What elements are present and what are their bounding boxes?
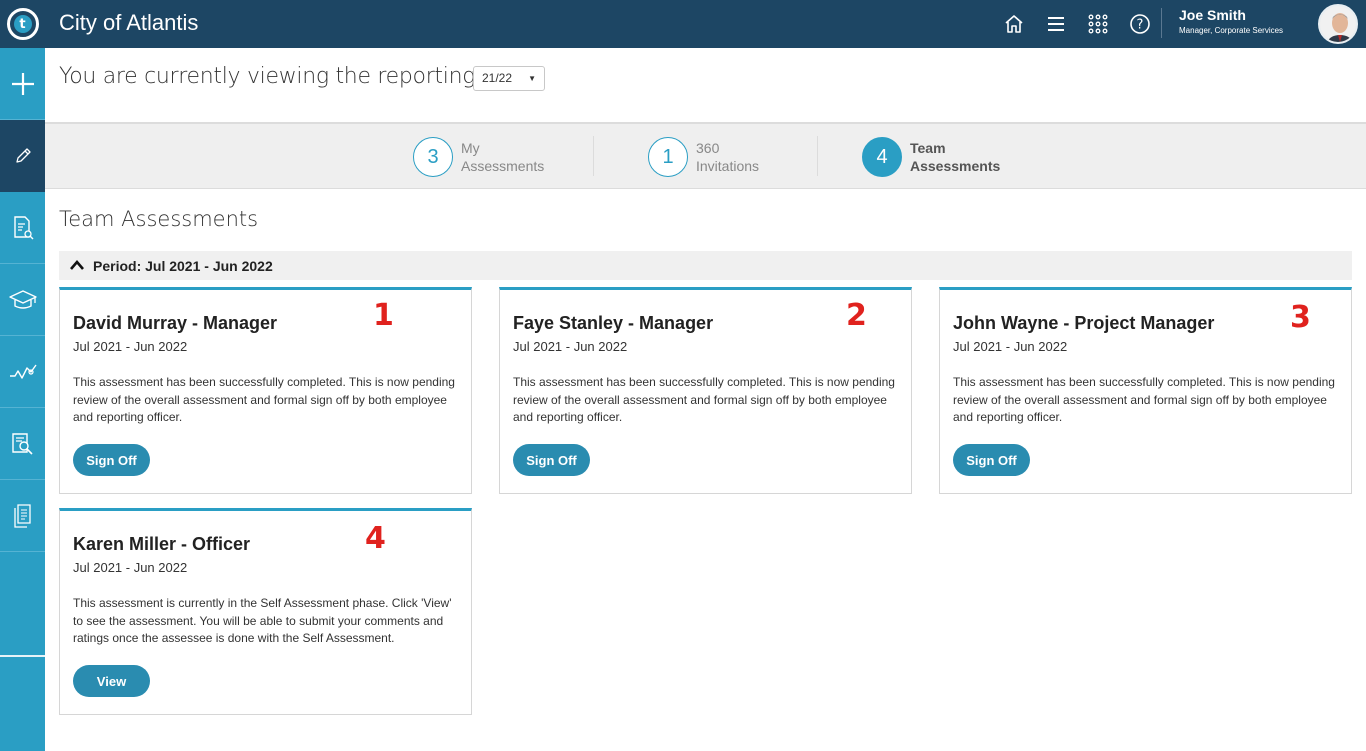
period-toggle[interactable]: Period: Jul 2021 - Jun 2022	[59, 251, 1352, 280]
card-period: Jul 2021 - Jun 2022	[513, 339, 628, 354]
tab-team-assessments[interactable]: 4 Team Assessments	[862, 137, 1000, 177]
assessment-card: Karen Miller - Officer 4 Jul 2021 - Jun …	[59, 508, 472, 715]
apps-grid-icon[interactable]	[1084, 10, 1112, 38]
card-title: Karen Miller - Officer	[73, 534, 251, 554]
documents-icon	[13, 503, 31, 528]
home-icon[interactable]	[1000, 10, 1028, 38]
reporting-year-value: 21/22	[482, 71, 513, 85]
header-divider	[1161, 8, 1162, 38]
tab-count: 4	[862, 137, 902, 177]
card-period: Jul 2021 - Jun 2022	[73, 339, 188, 354]
user-role: Manager, Corporate Services	[1179, 26, 1284, 35]
tab-separator	[817, 136, 818, 176]
sidebar-item-report-search[interactable]	[0, 408, 45, 480]
tab-360-invitations[interactable]: 1 360 Invitations	[648, 137, 759, 177]
sidebar-divider	[0, 655, 45, 657]
tab-label: My Assessments	[461, 139, 544, 175]
sidebar-item-edit[interactable]	[0, 120, 45, 192]
card-description: This assessment has been successfully co…	[953, 375, 1335, 424]
tab-label-line2: Assessments	[910, 158, 1001, 174]
trend-chart-icon	[9, 364, 37, 379]
tab-separator	[593, 136, 594, 176]
sign-off-button[interactable]: Sign Off	[513, 444, 590, 476]
top-icon-group: ?	[1000, 10, 1168, 38]
tab-count: 1	[648, 137, 688, 177]
chevron-up-icon	[69, 258, 85, 274]
sign-off-button[interactable]: Sign Off	[73, 444, 150, 476]
assessment-card: Faye Stanley - Manager 2 Jul 2021 - Jun …	[499, 287, 912, 494]
help-icon[interactable]: ?	[1126, 10, 1154, 38]
tab-label-line1: 360	[696, 140, 720, 156]
card-period: Jul 2021 - Jun 2022	[73, 560, 188, 575]
card-title: John Wayne - Project Manager	[953, 313, 1215, 333]
card-description: This assessment is currently in the Self…	[73, 596, 452, 645]
sidebar-item-documents[interactable]	[0, 480, 45, 552]
assessment-card: John Wayne - Project Manager 3 Jul 2021 …	[939, 287, 1352, 494]
card-marker: 3	[1290, 300, 1311, 335]
assessment-tabs: 3 My Assessments 1 360 Invitations 4 Tea…	[45, 122, 1366, 189]
user-name[interactable]: Joe Smith	[1179, 7, 1246, 23]
sidebar-item-learning[interactable]	[0, 264, 45, 336]
card-period: Jul 2021 - Jun 2022	[953, 339, 1068, 354]
logo-ring: t	[6, 8, 39, 40]
card-marker: 1	[373, 298, 394, 333]
card-title: David Murray - Manager	[73, 313, 278, 333]
document-search-icon	[13, 215, 33, 239]
logo[interactable]: t	[0, 0, 45, 48]
tab-my-assessments[interactable]: 3 My Assessments	[413, 137, 544, 177]
tab-label-line1: Team	[910, 140, 946, 156]
svg-text:?: ?	[1137, 18, 1144, 33]
sidebar-item-document-search[interactable]	[0, 192, 45, 264]
avatar[interactable]	[1318, 4, 1358, 44]
period-label: Period: Jul 2021 - Jun 2022	[93, 257, 273, 274]
reporting-year-select[interactable]: 21/22 ▼	[473, 66, 545, 91]
graduation-cap-icon	[8, 289, 37, 309]
tab-label-line2: Invitations	[696, 158, 760, 174]
top-bar: t City of Atlantis ? Joe Smith Manager, …	[0, 0, 1366, 48]
menu-icon[interactable]	[1042, 10, 1070, 38]
card-marker: 2	[846, 298, 867, 333]
card-description: This assessment has been successfully co…	[73, 375, 455, 424]
card-description: This assessment has been successfully co…	[513, 375, 895, 424]
page-title: Team Assessments	[59, 207, 259, 231]
app-title: City of Atlantis	[59, 10, 199, 35]
add-button[interactable]	[0, 48, 45, 120]
tab-label: Team Assessments	[910, 139, 1000, 175]
assessment-card: David Murray - Manager 1 Jul 2021 - Jun …	[59, 287, 472, 494]
sidebar-item-performance[interactable]	[0, 336, 45, 408]
logo-letter: t	[13, 15, 32, 33]
tab-label-line2: Assessments	[461, 158, 545, 174]
caret-down-icon: ▼	[528, 74, 536, 83]
add-icon	[11, 72, 34, 95]
sidebar	[0, 48, 45, 751]
reporting-year-label: You are currently viewing the reporting …	[59, 64, 530, 89]
tab-label: 360 Invitations	[696, 139, 759, 175]
tab-count: 3	[413, 137, 453, 177]
card-title: Faye Stanley - Manager	[513, 313, 714, 333]
report-search-icon	[11, 432, 33, 455]
sign-off-button[interactable]: Sign Off	[953, 444, 1030, 476]
view-button[interactable]: View	[73, 665, 150, 697]
edit-icon	[15, 148, 31, 163]
card-marker: 4	[365, 521, 386, 556]
tab-label-line1: My	[461, 140, 480, 156]
